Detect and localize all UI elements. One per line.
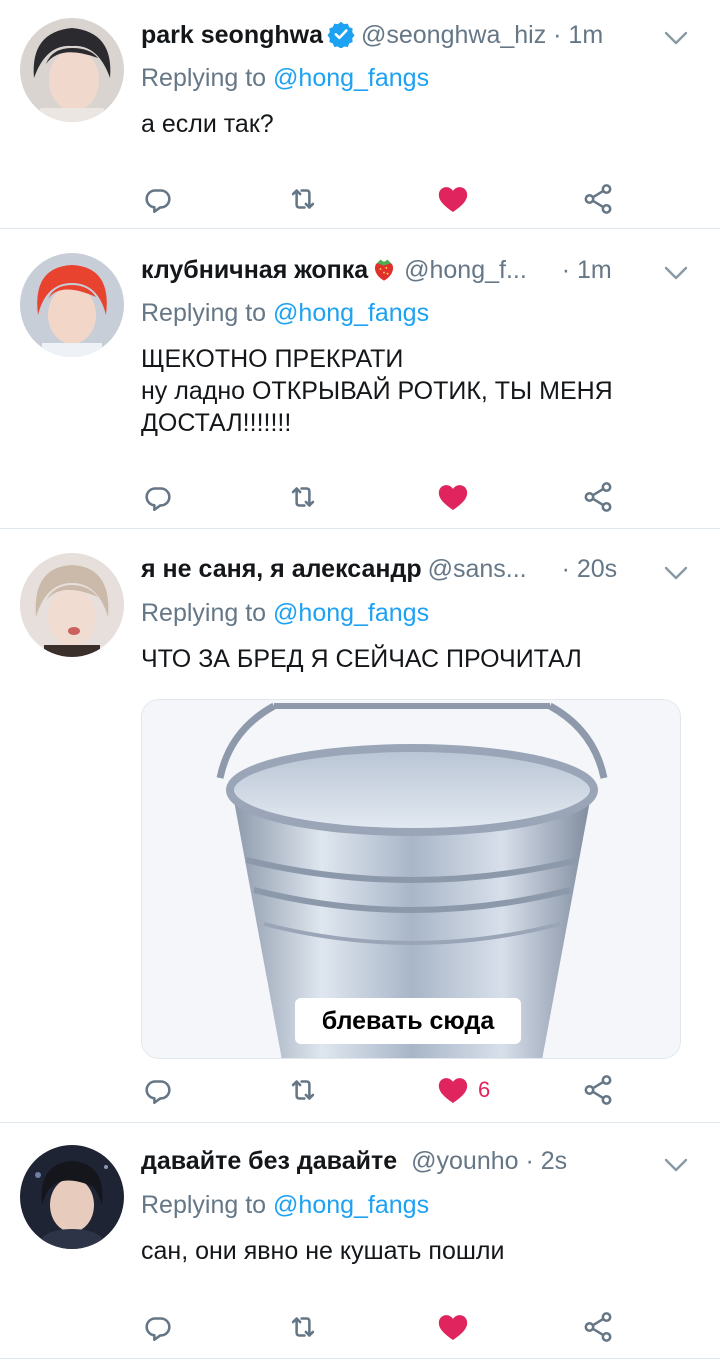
timestamp: · 20s: [554, 555, 618, 583]
chevron-down-icon[interactable]: [662, 563, 690, 583]
display-name[interactable]: давайте без давайте: [141, 1147, 397, 1175]
tweet-text: ЧТО ЗА БРЕД Я СЕЙЧАС ПРОЧИТАЛ: [141, 643, 700, 675]
replying-to-prefix: Replying to: [141, 599, 274, 627]
heart-icon: [436, 182, 470, 216]
heart-icon: [436, 1310, 470, 1344]
timestamp: · 2s: [518, 1147, 568, 1175]
heart-icon: [436, 1073, 470, 1107]
share-icon: [581, 1073, 615, 1107]
tweet[interactable]: park seonghwa @seonghwa_hiz · 1m Replying…: [0, 0, 720, 229]
avatar[interactable]: [20, 1145, 124, 1249]
reply-button[interactable]: [141, 179, 175, 219]
tweet-text-line: ЩЕКОТНО ПРЕКРАТИ: [141, 345, 404, 373]
user-handle[interactable]: @sans...: [428, 555, 527, 583]
tweet-text-line: ДОСТАЛ!!!!!!!: [141, 409, 292, 437]
replying-to: Replying to @hong_fangs: [141, 64, 700, 100]
heart-icon: [436, 480, 470, 514]
share-button[interactable]: [581, 1070, 615, 1110]
user-handle[interactable]: @seonghwa_hiz: [361, 21, 546, 49]
share-icon: [581, 480, 615, 514]
reply-button[interactable]: [141, 1070, 175, 1110]
retweet-button[interactable]: [286, 179, 320, 219]
mention-link[interactable]: @hong_fangs: [273, 299, 429, 327]
tweet-text-line: ну ладно ОТКРЫВАЙ РОТИК, ТЫ МЕНЯ: [141, 377, 613, 405]
replying-to-prefix: Replying to: [141, 1191, 274, 1219]
timestamp: · 1m: [554, 256, 612, 284]
reply-icon: [141, 1073, 175, 1107]
share-button[interactable]: [581, 1307, 615, 1347]
tweet-text: ЩЕКОТНО ПРЕКРАТИ ну ладно ОТКРЫВАЙ РОТИК…: [141, 343, 700, 439]
replying-to: Replying to @hong_fangs: [141, 599, 700, 635]
retweet-button[interactable]: [286, 1307, 320, 1347]
like-button[interactable]: [436, 477, 478, 517]
avatar[interactable]: [20, 253, 124, 357]
replying-to: Replying to @hong_fangs: [141, 299, 700, 335]
display-name[interactable]: клубничная жопка: [141, 256, 368, 284]
retweet-icon: [286, 1073, 320, 1107]
reply-icon: [141, 1310, 175, 1344]
mention-link[interactable]: @hong_fangs: [273, 64, 429, 92]
tweet[interactable]: я не саня, я александр @sans... · 20s Rep…: [0, 529, 720, 1123]
reply-button[interactable]: [141, 477, 175, 517]
reply-button[interactable]: [141, 1307, 175, 1347]
tweet-text: а если так?: [141, 108, 700, 140]
share-button[interactable]: [581, 179, 615, 219]
replying-to: Replying to @hong_fangs: [141, 1191, 700, 1227]
chevron-down-icon[interactable]: [662, 1155, 690, 1175]
avatar[interactable]: [20, 553, 124, 657]
tweet-text-line: а если так?: [141, 110, 274, 138]
strawberry-icon: [375, 259, 394, 281]
like-button[interactable]: 6: [436, 1070, 490, 1110]
reply-icon: [141, 182, 175, 216]
media-caption: блевать сюда: [295, 998, 521, 1044]
tweet-text-line: сан, они явно не кушать пошли: [141, 1237, 505, 1265]
chevron-down-icon[interactable]: [662, 263, 690, 283]
tweet-text: сан, они явно не кушать пошли: [141, 1235, 700, 1267]
display-name[interactable]: я не саня, я александр: [141, 555, 422, 583]
user-handle[interactable]: @hong_f...: [404, 256, 527, 284]
user-handle[interactable]: @younho: [411, 1147, 518, 1175]
tweet-text-line: ЧТО ЗА БРЕД Я СЕЙЧАС ПРОЧИТАЛ: [141, 645, 582, 673]
retweet-icon: [286, 1310, 320, 1344]
replying-to-prefix: Replying to: [141, 299, 274, 327]
replying-to-prefix: Replying to: [141, 64, 274, 92]
like-button[interactable]: [436, 1307, 478, 1347]
timestamp: · 1m: [546, 21, 604, 49]
mention-link[interactable]: @hong_fangs: [273, 1191, 429, 1219]
like-button[interactable]: [436, 179, 478, 219]
retweet-button[interactable]: [286, 1070, 320, 1110]
share-icon: [581, 1310, 615, 1344]
avatar[interactable]: [20, 18, 124, 122]
mention-link[interactable]: @hong_fangs: [273, 599, 429, 627]
retweet-button[interactable]: [286, 477, 320, 517]
retweet-icon: [286, 480, 320, 514]
tweet-media-image[interactable]: блевать сюда: [141, 699, 681, 1059]
retweet-icon: [286, 182, 320, 216]
reply-icon: [141, 480, 175, 514]
display-name[interactable]: park seonghwa: [141, 21, 323, 49]
chevron-down-icon[interactable]: [662, 28, 690, 48]
share-icon: [581, 182, 615, 216]
verified-badge-icon: [327, 20, 355, 48]
like-count: 6: [478, 1077, 491, 1102]
tweet[interactable]: давайте без давайте @younho · 2s Replying…: [0, 1123, 720, 1359]
tweet[interactable]: клубничная жопка @hong_f... · 1m Replying…: [0, 229, 720, 529]
share-button[interactable]: [581, 477, 615, 517]
